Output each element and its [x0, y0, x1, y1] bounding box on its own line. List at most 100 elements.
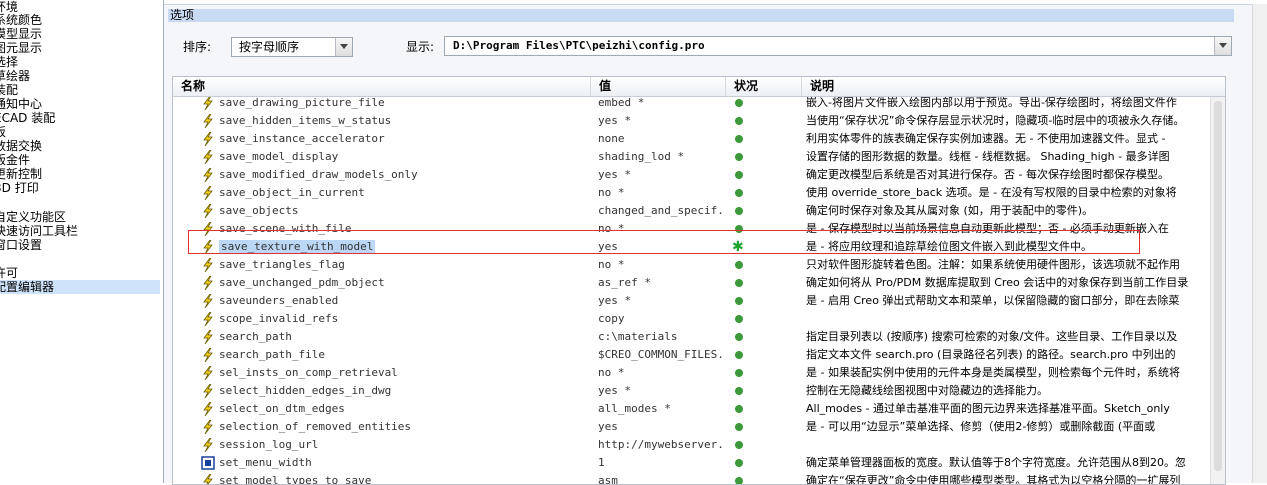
- sidebar-item[interactable]: 钣金件: [0, 153, 30, 167]
- option-name[interactable]: save_drawing_picture_file: [219, 97, 583, 112]
- option-value[interactable]: shading_lod *: [598, 148, 725, 166]
- sidebar-item[interactable]: 3D 打印: [0, 181, 39, 195]
- table-row[interactable]: selection_of_removed_entities yes 是 - 可以用“…: [173, 418, 1225, 436]
- option-name-text: save_unchanged_pdm_object: [219, 276, 385, 289]
- option-value[interactable]: 1: [598, 454, 725, 472]
- column-name-header[interactable]: 名称: [173, 77, 598, 96]
- option-name-text: set_menu_width: [219, 456, 312, 469]
- option-value[interactable]: changed_and_specif...: [598, 202, 725, 220]
- option-name[interactable]: sel_insts_on_comp_retrieval: [219, 364, 583, 382]
- table-row[interactable]: scope_invalid_refs copy: [173, 310, 1225, 328]
- option-value[interactable]: c:\materials: [598, 328, 725, 346]
- option-value[interactable]: no *: [598, 184, 725, 202]
- option-name[interactable]: select_on_dtm_edges: [219, 400, 583, 418]
- table-scrollbar[interactable]: [1210, 97, 1225, 484]
- column-status-header[interactable]: 状况: [725, 77, 801, 96]
- option-value[interactable]: yes *: [598, 382, 725, 400]
- table-row[interactable]: select_on_dtm_edges all_modes * All_modes …: [173, 400, 1225, 418]
- table-row[interactable]: select_hidden_edges_in_dwg yes * 控制在无隐藏线绘图…: [173, 382, 1225, 400]
- option-name[interactable]: save_instance_accelerator: [219, 130, 583, 148]
- sidebar-item[interactable]: 草绘器: [0, 69, 30, 83]
- option-name[interactable]: save_modified_draw_models_only: [219, 166, 583, 184]
- option-name[interactable]: save_unchanged_pdm_object: [219, 274, 583, 292]
- sidebar-item[interactable]: 许可: [0, 266, 18, 280]
- table-row[interactable]: set_menu_width 1 确定菜单管理器面板的宽度。默认值等于8个字符宽度。…: [173, 454, 1225, 472]
- lightning-icon: [201, 185, 215, 201]
- sidebar-item[interactable]: 图元显示: [0, 41, 42, 55]
- column-desc-header[interactable]: 说明: [801, 77, 1221, 96]
- option-value[interactable]: no *: [598, 256, 725, 274]
- option-description: 确定在“保存更改”命令中使用哪些模型类型。其格式为以空格分隔的一扩展列: [806, 474, 1181, 484]
- table-row[interactable]: search_path c:\materials 指定目录列表以 (按顺序) 搜索可…: [173, 328, 1225, 346]
- sidebar-item[interactable]: 通知中心: [0, 97, 42, 111]
- table-row[interactable]: save_hidden_items_w_status yes * 当使用“保存状况”…: [173, 112, 1225, 130]
- scroll-thumb[interactable]: [1214, 101, 1222, 471]
- option-name[interactable]: scope_invalid_refs: [219, 310, 583, 328]
- table-row[interactable]: sel_insts_on_comp_retrieval no * 是 - 如果装配实…: [173, 364, 1225, 382]
- table-row[interactable]: save_drawing_picture_file embed * 嵌入-将图片文件…: [173, 97, 1225, 112]
- sidebar-item[interactable]: 模型显示: [0, 27, 42, 41]
- option-value[interactable]: $CREO_COMMON_FILES...: [598, 346, 725, 364]
- table-row[interactable]: save_unchanged_pdm_object as_ref * 确定如何将从 …: [173, 274, 1225, 292]
- table-row[interactable]: search_path_file $CREO_COMMON_FILES... 指定文…: [173, 346, 1225, 364]
- table-row[interactable]: save_objects changed_and_specif... 确定何时保存对…: [173, 202, 1225, 220]
- sidebar-item[interactable]: 装配: [0, 83, 18, 97]
- chevron-down-icon[interactable]: [335, 38, 352, 56]
- option-name[interactable]: save_objects: [219, 202, 583, 220]
- sidebar-item[interactable]: 更新控制: [0, 167, 42, 181]
- sidebar-item[interactable]: 板: [0, 125, 6, 139]
- table-row[interactable]: saveunders_enabled yes * 是 - 启用 Creo 弹出式帮助…: [173, 292, 1225, 310]
- option-name[interactable]: save_object_in_current: [219, 184, 583, 202]
- option-name[interactable]: search_path_file: [219, 346, 583, 364]
- options-panel: 选项 排序: 按字母顺序 显示: D:\Program Files\PTC\pe…: [164, 0, 1267, 485]
- option-value[interactable]: no *: [598, 364, 725, 382]
- sidebar-item[interactable]: 窗口设置: [0, 238, 42, 252]
- table-row[interactable]: session_log_url http://mywebserver...: [173, 436, 1225, 454]
- option-value[interactable]: as_ref *: [598, 274, 725, 292]
- option-name[interactable]: set_menu_width: [219, 454, 583, 472]
- lightning-icon: [201, 329, 215, 345]
- option-name[interactable]: saveunders_enabled: [219, 292, 583, 310]
- sidebar-item[interactable]: 系统颜色: [0, 13, 42, 27]
- option-name-text: session_log_url: [219, 438, 319, 451]
- option-name[interactable]: select_hidden_edges_in_dwg: [219, 382, 583, 400]
- option-value[interactable]: all_modes *: [598, 400, 725, 418]
- show-file-dropdown[interactable]: D:\Program Files\PTC\peizhi\config.pro: [444, 36, 1232, 56]
- option-value[interactable]: none: [598, 130, 725, 148]
- option-name-text: select_hidden_edges_in_dwg: [219, 384, 392, 397]
- option-value[interactable]: yes: [598, 418, 725, 436]
- sidebar-item[interactable]: ECAD 装配: [0, 111, 55, 125]
- option-name[interactable]: search_path: [219, 328, 583, 346]
- sort-dropdown[interactable]: 按字母顺序: [231, 37, 353, 57]
- panel-scrollbar[interactable]: [1252, 4, 1267, 483]
- sidebar-item[interactable]: 数据交换: [0, 139, 42, 153]
- table-row[interactable]: save_triangles_flag no * 只对软件图形旋转着色图。注解：如果…: [173, 256, 1225, 274]
- table-row[interactable]: save_instance_accelerator none 利用实体零件的族表确定…: [173, 130, 1225, 148]
- option-name[interactable]: session_log_url: [219, 436, 583, 454]
- option-name[interactable]: save_triangles_flag: [219, 256, 583, 274]
- table-row[interactable]: save_modified_draw_models_only yes * 确定更改模…: [173, 166, 1225, 184]
- option-name[interactable]: set_model_types_to_save: [219, 472, 583, 484]
- option-value[interactable]: yes *: [598, 166, 725, 184]
- sidebar-item[interactable]: 选择: [0, 55, 18, 69]
- table-row[interactable]: set_model_types_to_save asm 确定在“保存更改”命令中使用…: [173, 472, 1225, 484]
- sidebar-item[interactable]: 环境: [0, 0, 18, 14]
- sidebar-item[interactable]: 自定义功能区: [0, 210, 66, 224]
- option-name[interactable]: selection_of_removed_entities: [219, 418, 583, 436]
- option-value[interactable]: yes *: [598, 292, 725, 310]
- chevron-down-icon[interactable]: [1214, 37, 1231, 55]
- option-name[interactable]: save_hidden_items_w_status: [219, 112, 583, 130]
- table-row[interactable]: save_model_display shading_lod * 设置存储的图形数据…: [173, 148, 1225, 166]
- option-value[interactable]: http://mywebserver...: [598, 436, 725, 454]
- option-name-text: saveunders_enabled: [219, 294, 339, 307]
- option-value[interactable]: yes *: [598, 112, 725, 130]
- option-name[interactable]: save_model_display: [219, 148, 583, 166]
- column-value-header[interactable]: 值: [590, 77, 725, 96]
- table-row[interactable]: save_object_in_current no * 使用 override_st…: [173, 184, 1225, 202]
- sidebar-item[interactable]: 配置编辑器: [0, 280, 160, 294]
- option-description: 使用 override_store_back 选项。是 - 在没有写权限的目录中…: [806, 186, 1177, 199]
- option-value[interactable]: embed *: [598, 97, 725, 112]
- option-value[interactable]: asm: [598, 472, 725, 484]
- option-value[interactable]: copy: [598, 310, 725, 328]
- sidebar-item[interactable]: 快速访问工具栏: [0, 224, 78, 238]
